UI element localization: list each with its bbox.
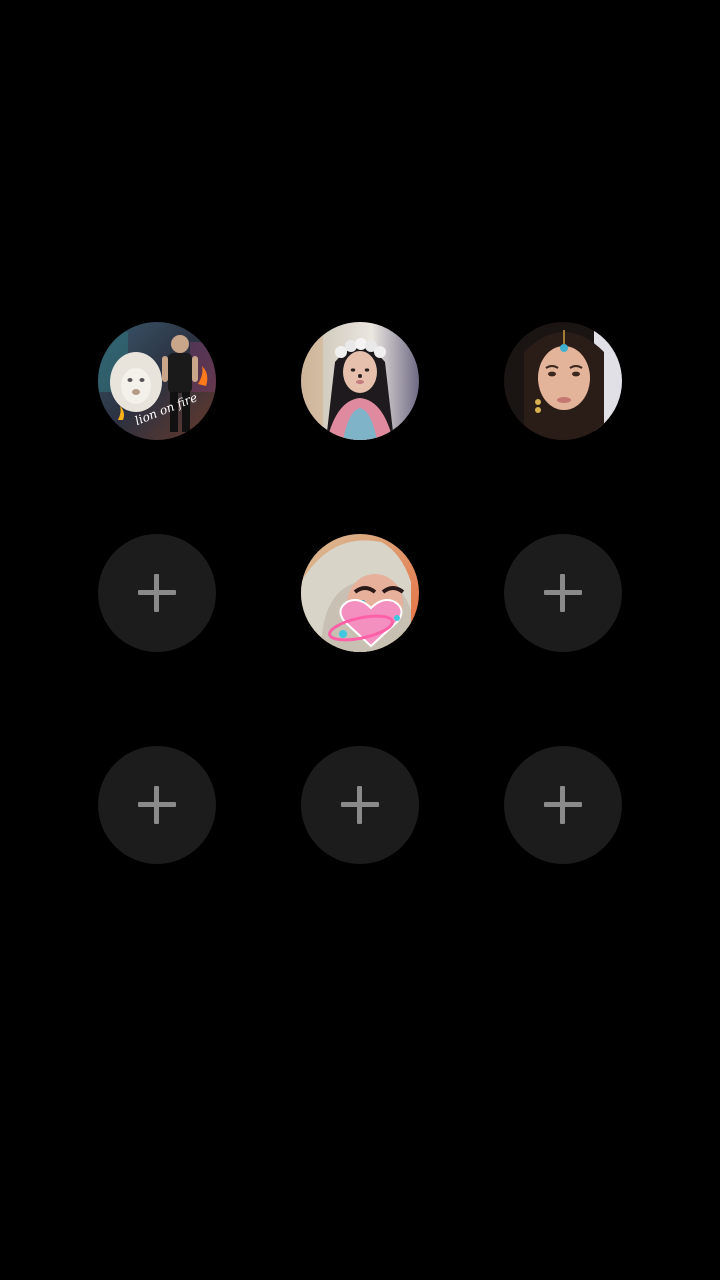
add-profile-button-2[interactable]: [504, 534, 622, 652]
plus-icon: [544, 574, 582, 612]
avatar-slot-4[interactable]: [301, 534, 419, 652]
girl-flower-crown-avatar-icon: [301, 322, 419, 440]
add-profile-button-4[interactable]: [301, 746, 419, 864]
woman-portrait-avatar-icon: [504, 322, 622, 440]
avatar-slot-3[interactable]: [504, 322, 622, 440]
plus-icon: [341, 786, 379, 824]
plus-icon: [138, 574, 176, 612]
plus-icon: [544, 786, 582, 824]
profile-grid-screen: lion on fire: [0, 0, 720, 1280]
plus-icon: [138, 786, 176, 824]
add-profile-button-1[interactable]: [98, 534, 216, 652]
avatar-slot-2[interactable]: [301, 322, 419, 440]
add-profile-button-3[interactable]: [98, 746, 216, 864]
avatar-slot-1[interactable]: lion on fire: [98, 322, 216, 440]
hijab-heart-filter-avatar-icon: [301, 534, 419, 652]
lion-on-fire-avatar-icon: lion on fire: [98, 322, 216, 440]
add-profile-button-5[interactable]: [504, 746, 622, 864]
